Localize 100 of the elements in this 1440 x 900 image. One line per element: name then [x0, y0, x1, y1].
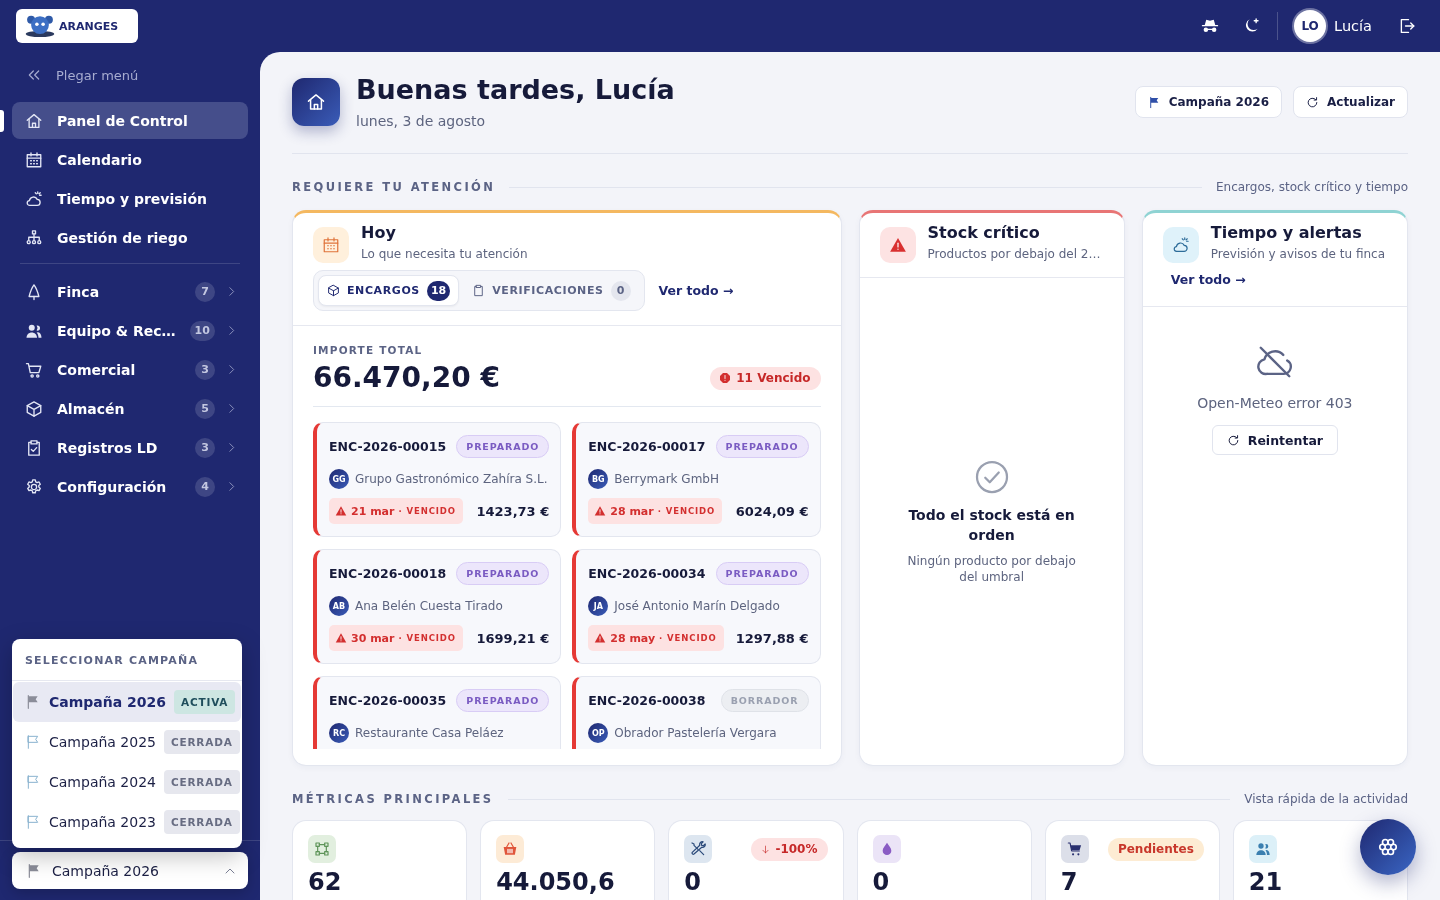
users-icon — [1248, 835, 1277, 863]
tree-icon — [25, 282, 43, 301]
droplet-icon — [872, 835, 901, 863]
card-title: Hoy — [361, 223, 397, 243]
order-card[interactable]: ENC-2026-00017 PREPARADO BG Berrymark GmbH 28 mar · VENCIDO 6024,09 € — [572, 422, 821, 537]
flag-icon — [25, 734, 41, 750]
overdue-count: 11 Vencido — [736, 371, 811, 385]
check-circle-icon — [973, 458, 1010, 495]
flag-icon — [1147, 95, 1161, 109]
status-badge: PREPARADO — [456, 689, 550, 712]
tab[interactable]: VERIFICACIONES 0 — [463, 275, 640, 306]
campaign-button[interactable]: Campaña 2026 — [1134, 86, 1282, 118]
tab[interactable]: ENCARGOS 18 — [318, 275, 460, 306]
sitemap-icon — [25, 228, 43, 247]
due-status: · VENCIDO — [398, 506, 456, 516]
section-note: Encargos, stock crítico y tiempo — [1216, 180, 1408, 194]
alert-icon — [719, 372, 732, 384]
collapse-menu-button[interactable]: Plegar menú — [26, 60, 139, 90]
count-badge: 7 — [195, 281, 215, 302]
due-status: · VENCIDO — [398, 633, 456, 643]
active-indicator — [0, 109, 4, 132]
calendar-icon — [313, 227, 349, 263]
status-badge: ACTIVA — [174, 690, 236, 714]
status-badge: CERRADA — [164, 730, 240, 754]
order-amount: 1297,88 € — [735, 630, 809, 646]
order-amount: 1423,73 € — [476, 503, 550, 519]
metric-value: 0 — [684, 867, 703, 897]
campaign-select[interactable]: Campaña 2026 — [12, 852, 248, 889]
customer-avatar: RC — [329, 723, 349, 743]
error-message: Open-Meteo error 403 — [1197, 395, 1353, 411]
status-badge: Pendientes — [1107, 837, 1204, 861]
card-title: Stock crítico — [927, 223, 1041, 243]
logout-button[interactable] — [1398, 17, 1416, 35]
empty-state-title: Todo el stock está en orden — [907, 505, 1076, 545]
nav-item[interactable]: Calendario — [12, 141, 248, 178]
warning-icon — [335, 632, 347, 644]
order-card[interactable]: ENC-2026-00034 PREPARADO JA José Antonio Marín Delgado 28 may · VENCIDO 1297,88 € — [572, 549, 821, 664]
order-card[interactable]: ENC-2026-00035 PREPARADO RC Restaurante Casa Peláez — [313, 676, 562, 749]
clipboard-check-icon — [25, 438, 43, 457]
nav-item[interactable]: Almacén 5 — [12, 390, 248, 427]
warning-icon — [594, 632, 607, 644]
flag-icon — [25, 814, 41, 830]
customer-name: Berrymark GmbH — [614, 472, 719, 486]
home-logo-link[interactable]: ARANGES — [16, 9, 138, 43]
user-name[interactable]: Lucía — [1334, 18, 1372, 34]
nav-item[interactable]: Finca 7 — [12, 273, 248, 310]
nav-item[interactable]: Equipo & Rec… 10 — [12, 312, 248, 349]
order-id: ENC-2026-00038 — [588, 693, 706, 708]
home-icon — [292, 78, 340, 126]
home-icon — [25, 111, 43, 130]
count-badge: 18 — [426, 280, 451, 301]
nav-item[interactable]: Tiempo y previsión — [12, 180, 248, 217]
order-amount: 6024,09 € — [735, 503, 809, 519]
retry-button[interactable]: Reintentar — [1211, 425, 1338, 455]
count-badge: 0 — [610, 280, 631, 301]
cart-icon — [25, 360, 43, 379]
customer-name: Obrador Pastelería Vergara — [614, 726, 777, 740]
due-date: 28 may — [610, 631, 656, 645]
incognito-button[interactable] — [1201, 17, 1220, 35]
order-id: ENC-2026-00015 — [329, 439, 447, 454]
nav-item[interactable]: Comercial 3 — [12, 351, 248, 388]
flag-icon — [25, 774, 41, 790]
view-all-link[interactable]: Ver todo → — [1170, 272, 1246, 287]
order-id: ENC-2026-00018 — [329, 566, 447, 581]
view-all-link[interactable]: Ver todo → — [658, 283, 734, 298]
clipboard-icon — [472, 284, 486, 297]
count-badge: 3 — [195, 359, 215, 380]
customer-avatar: BG — [588, 469, 609, 489]
customer-avatar: JA — [588, 596, 609, 616]
refresh-button[interactable]: Actualizar — [1293, 86, 1408, 118]
flag-icon — [26, 862, 42, 879]
status-badge: PREPARADO — [456, 562, 550, 585]
nav-item[interactable]: Gestión de riego — [12, 219, 248, 256]
customer-name: Grupo Gastronómico Zahíra S.L. — [355, 472, 548, 486]
count-badge: 3 — [195, 437, 215, 458]
basket-icon — [496, 835, 525, 863]
order-card[interactable]: ENC-2026-00018 PREPARADO AB Ana Belén Cuesta Tirado 30 mar · VENCIDO 1699,21 € — [313, 549, 562, 664]
order-card[interactable]: ENC-2026-00038 BORRADOR OP Obrador Pastelería Vergara — [572, 676, 821, 749]
collapse-icon — [26, 67, 42, 83]
logout-icon — [1398, 17, 1416, 35]
card-subtitle: Lo que necesita tu atención — [361, 246, 528, 262]
nav-item[interactable]: Panel de Control — [12, 102, 248, 139]
page-title: Buenas tardes, Lucía — [356, 74, 675, 106]
status-badge: CERRADA — [164, 810, 240, 834]
total-amount: 66.470,20 € — [313, 360, 500, 396]
floating-action-button[interactable] — [1360, 819, 1416, 875]
due-status: · VENCIDO — [657, 506, 716, 516]
card-title: Tiempo y alertas — [1210, 223, 1363, 243]
calendar-icon — [25, 150, 43, 169]
customer-name: Restaurante Casa Peláez — [355, 726, 504, 740]
nav-item[interactable]: Configuración 4 — [12, 468, 248, 505]
order-card[interactable]: ENC-2026-00015 PREPARADO GG Grupo Gastronómico Zahíra S.L. 21 mar · VENCIDO 1423,73 € — [313, 422, 562, 537]
campaign-option[interactable]: Campaña 2026 ACTIVA — [13, 682, 241, 722]
nav-item[interactable]: Registros LD 3 — [12, 429, 248, 466]
status-badge: BORRADOR — [720, 689, 809, 712]
card-subtitle: Productos por debajo del 2… — [927, 246, 1101, 262]
user-avatar[interactable]: LO — [1294, 10, 1327, 42]
empty-state-text: Ningún producto por debajo del umbral — [906, 552, 1077, 585]
customer-avatar: OP — [588, 723, 609, 743]
metric-value: 44.050,6 — [496, 867, 616, 897]
